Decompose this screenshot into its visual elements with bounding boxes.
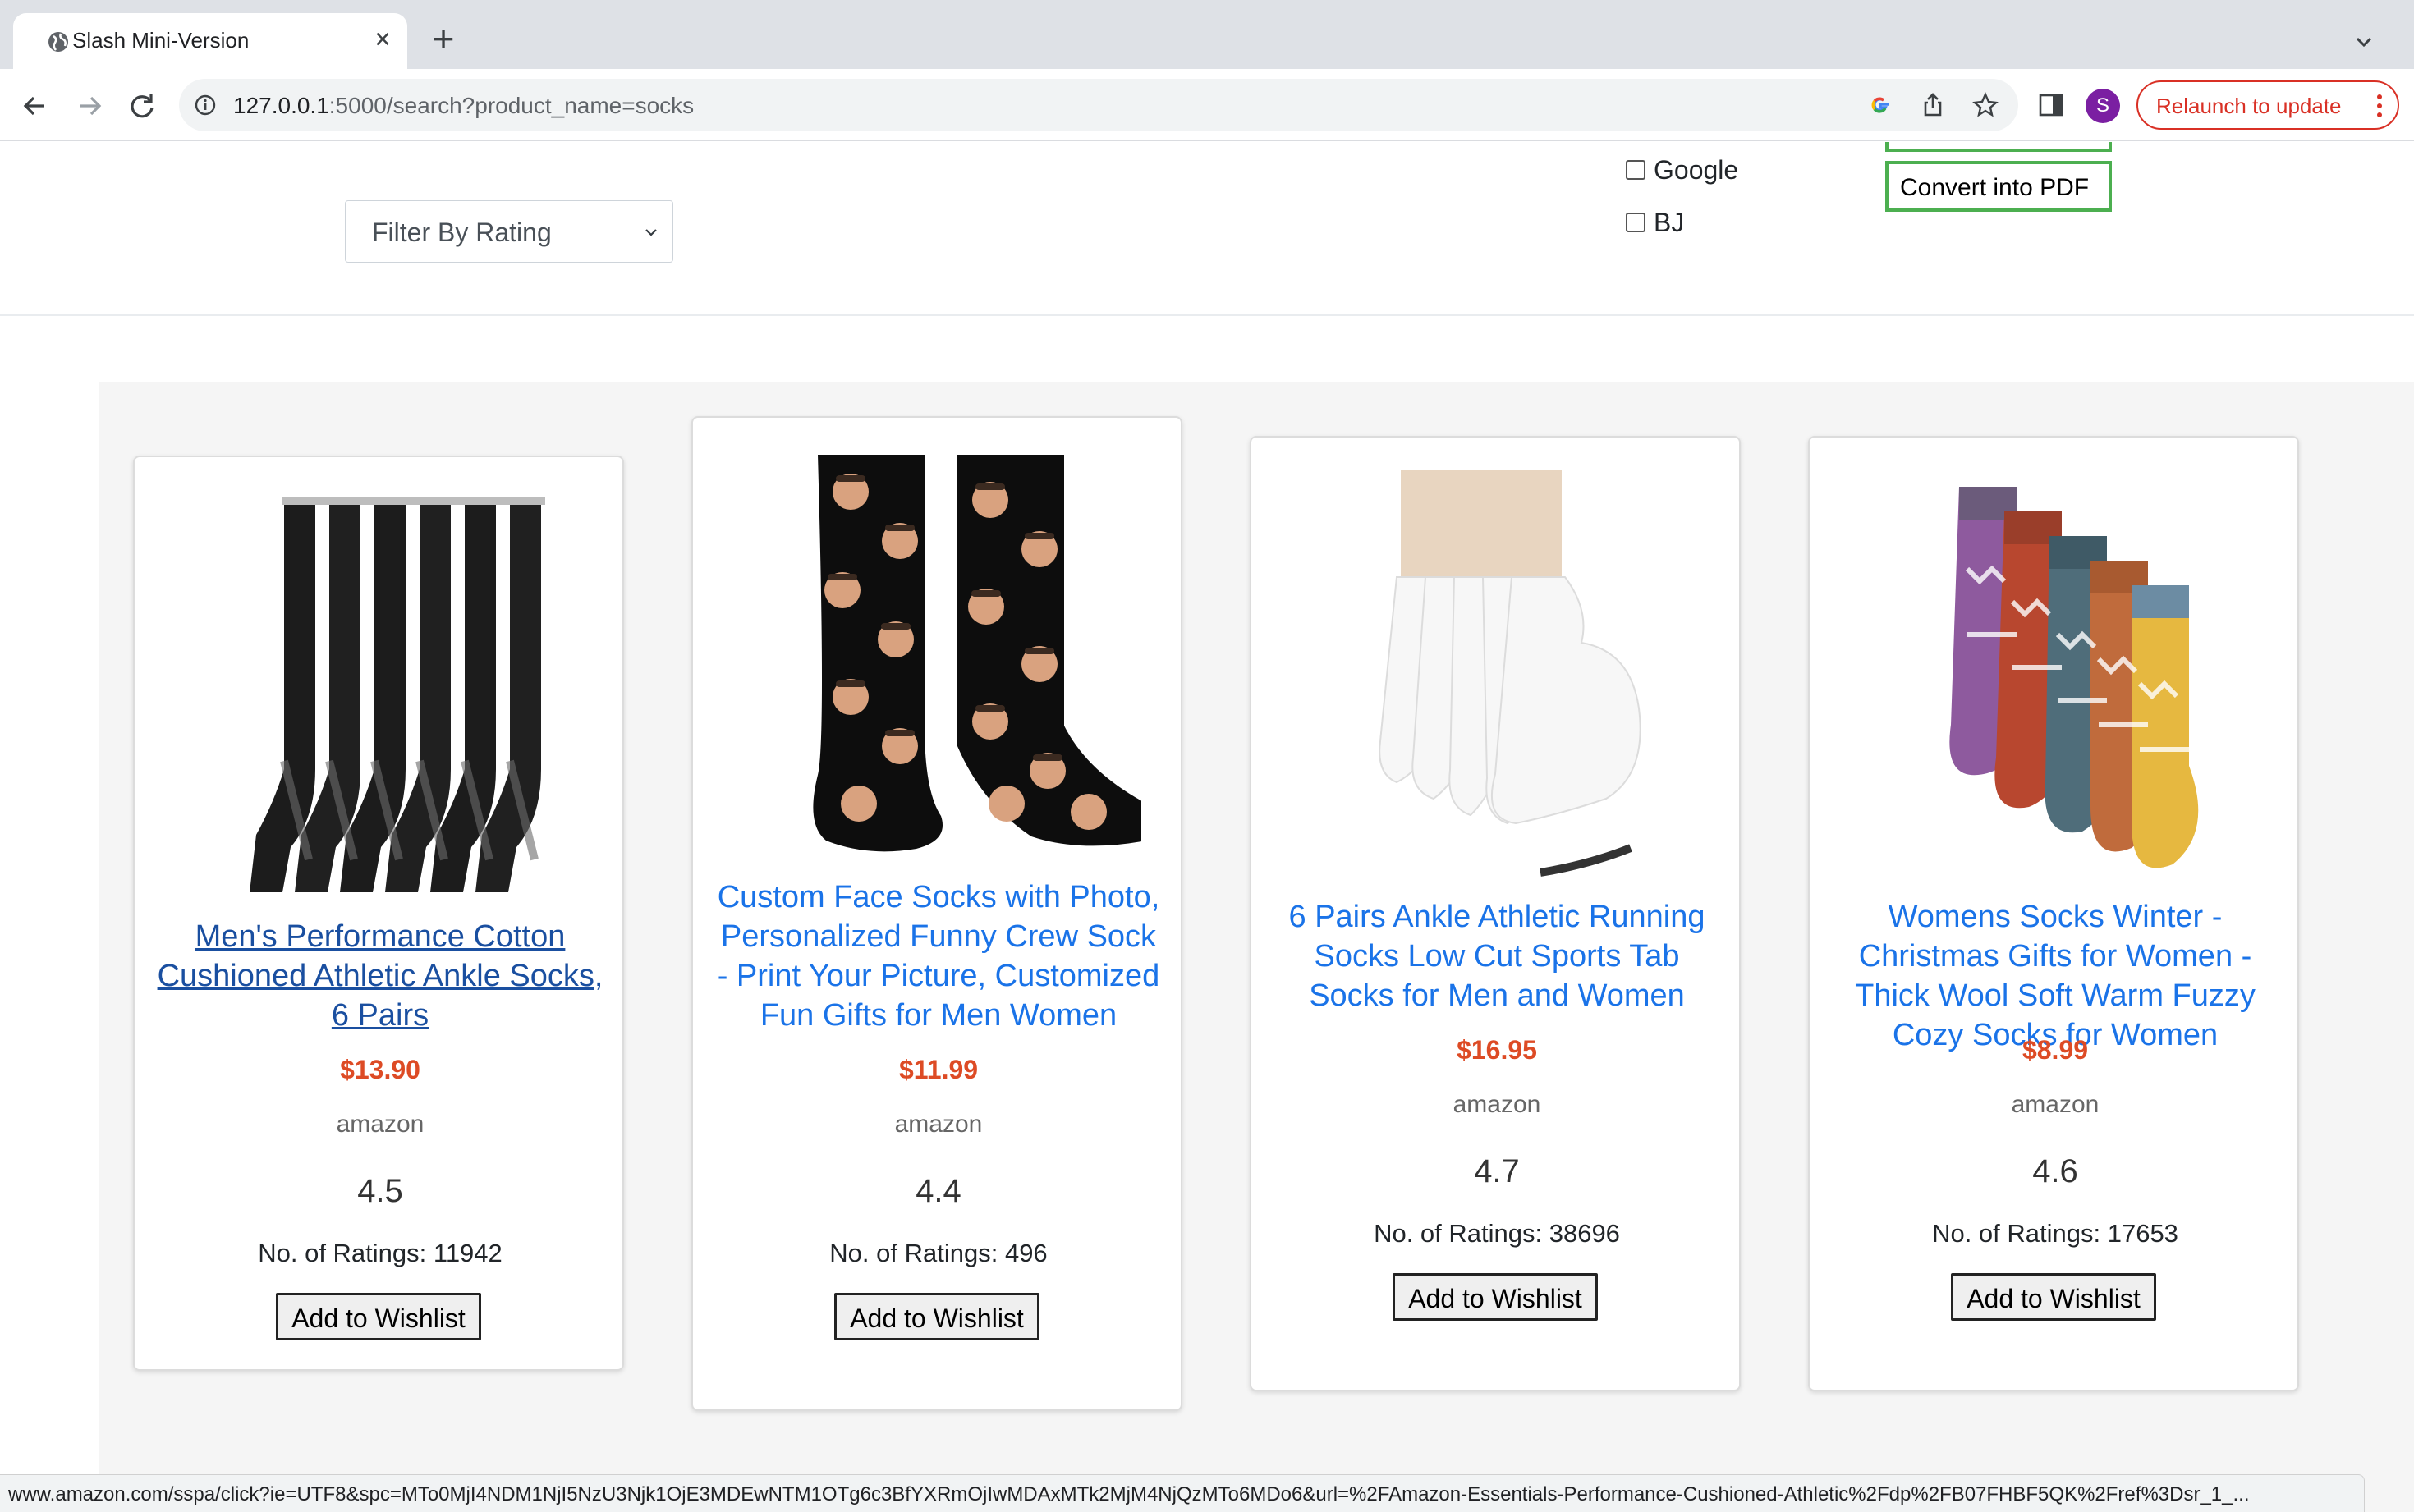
product-card: Custom Face Socks with Photo, Personaliz… bbox=[691, 416, 1182, 1411]
product-ratings-count: No. of Ratings: 496 bbox=[829, 1239, 1048, 1267]
convert-pdf-label: Convert into PDF bbox=[1900, 174, 2090, 201]
product-source: amazon bbox=[336, 1111, 425, 1138]
relaunch-label: Relaunch to update bbox=[2156, 94, 2342, 118]
product-source: amazon bbox=[1453, 1091, 1541, 1118]
status-url: www.amazon.com/sspa/click?ie=UTF8&spc=MT… bbox=[8, 1483, 2250, 1505]
product-rating: 4.7 bbox=[1474, 1153, 1520, 1189]
checkbox-label: Google bbox=[1654, 155, 1739, 185]
tab-strip: Slash Mini-Version × + bbox=[0, 0, 2414, 69]
product-price: $11.99 bbox=[898, 1055, 979, 1084]
share-icon[interactable] bbox=[1918, 90, 1948, 120]
product-title-link[interactable]: Men's Performance Cotton Cushioned Athle… bbox=[154, 917, 606, 1035]
bj-checkbox[interactable] bbox=[1626, 213, 1645, 232]
chevron-down-icon bbox=[645, 229, 657, 236]
convert-pdf-button[interactable]: Convert into PDF bbox=[1885, 161, 2112, 212]
product-source: amazon bbox=[894, 1111, 983, 1138]
globe-icon bbox=[48, 32, 68, 52]
browser-toolbar: 127.0.0.1:5000/search?product_name=socks… bbox=[0, 69, 2414, 141]
results-panel: Men's Performance Cotton Cushioned Athle… bbox=[99, 382, 2414, 1512]
product-price: $8.99 bbox=[2022, 1035, 2089, 1065]
product-source: amazon bbox=[2011, 1091, 2100, 1118]
site-info-icon[interactable] bbox=[194, 94, 217, 117]
product-title-link[interactable]: 6 Pairs Ankle Athletic Running Socks Low… bbox=[1271, 897, 1723, 1015]
add-to-wishlist-button[interactable]: Add to Wishlist bbox=[1951, 1273, 2156, 1321]
new-tab-icon[interactable]: + bbox=[427, 20, 460, 57]
close-tab-icon[interactable]: × bbox=[368, 25, 397, 54]
profile-avatar[interactable]: S bbox=[2086, 89, 2120, 123]
add-to-wishlist-button[interactable]: Add to Wishlist bbox=[1393, 1273, 1598, 1321]
product-image[interactable] bbox=[1852, 470, 2258, 881]
product-card: Womens Socks Winter - Christmas Gifts fo… bbox=[1808, 436, 2299, 1391]
browser-tab[interactable]: Slash Mini-Version × bbox=[13, 13, 407, 69]
more-vertical-icon bbox=[2377, 94, 2382, 117]
product-image[interactable] bbox=[736, 451, 1141, 861]
link-status-bar: www.amazon.com/sspa/click?ie=UTF8&spc=MT… bbox=[0, 1474, 2365, 1512]
product-card: 6 Pairs Ankle Athletic Running Socks Low… bbox=[1250, 436, 1741, 1391]
bookmark-star-icon[interactable] bbox=[1971, 90, 2000, 120]
product-ratings-count: No. of Ratings: 38696 bbox=[1374, 1219, 1620, 1248]
product-price: $13.90 bbox=[340, 1055, 420, 1084]
google-checkbox[interactable] bbox=[1626, 160, 1645, 180]
product-image[interactable] bbox=[177, 490, 583, 900]
product-rating: 4.6 bbox=[2032, 1153, 2078, 1189]
product-title-link[interactable]: Womens Socks Winter - Christmas Gifts fo… bbox=[1829, 897, 2281, 1055]
product-image[interactable] bbox=[1294, 470, 1700, 881]
product-ratings-count: No. of Ratings: 17653 bbox=[1932, 1219, 2178, 1248]
product-ratings-count: No. of Ratings: 11942 bbox=[258, 1239, 503, 1267]
tab-title: Slash Mini-Version bbox=[72, 28, 250, 53]
back-arrow-icon[interactable] bbox=[16, 87, 54, 125]
relaunch-button[interactable]: Relaunch to update bbox=[2136, 80, 2399, 130]
checkbox-label: BJ bbox=[1654, 208, 1685, 237]
scrolled-button-edge[interactable] bbox=[1885, 142, 2112, 152]
forward-arrow-icon[interactable] bbox=[71, 87, 108, 125]
chevron-down-icon[interactable] bbox=[2350, 28, 2378, 56]
product-price: $16.95 bbox=[1457, 1035, 1537, 1065]
product-rating: 4.4 bbox=[916, 1173, 961, 1209]
filter-by-rating-select[interactable]: Filter By Rating bbox=[345, 200, 673, 263]
product-title-link[interactable]: Custom Face Socks with Photo, Personaliz… bbox=[713, 877, 1164, 1035]
product-rating: 4.5 bbox=[357, 1173, 403, 1209]
wishlist-label: Add to Wishlist bbox=[850, 1304, 1024, 1333]
side-panel-icon[interactable] bbox=[2036, 90, 2066, 120]
product-card: Men's Performance Cotton Cushioned Athle… bbox=[133, 456, 624, 1371]
wishlist-label: Add to Wishlist bbox=[1967, 1284, 2141, 1313]
google-lens-icon[interactable] bbox=[1866, 90, 1895, 120]
wishlist-label: Add to Wishlist bbox=[1408, 1284, 1582, 1313]
filter-select-value: Filter By Rating bbox=[372, 218, 552, 247]
address-bar[interactable]: 127.0.0.1:5000/search?product_name=socks bbox=[179, 79, 2018, 131]
section-divider bbox=[0, 314, 2414, 316]
url-text: 127.0.0.1:5000/search?product_name=socks bbox=[233, 93, 695, 118]
reload-icon[interactable] bbox=[123, 87, 161, 125]
add-to-wishlist-button[interactable]: Add to Wishlist bbox=[276, 1293, 481, 1340]
wishlist-label: Add to Wishlist bbox=[291, 1304, 466, 1333]
page-content: Filter By Rating Google BJ Convert into … bbox=[0, 142, 2414, 1512]
add-to-wishlist-button[interactable]: Add to Wishlist bbox=[834, 1293, 1039, 1340]
